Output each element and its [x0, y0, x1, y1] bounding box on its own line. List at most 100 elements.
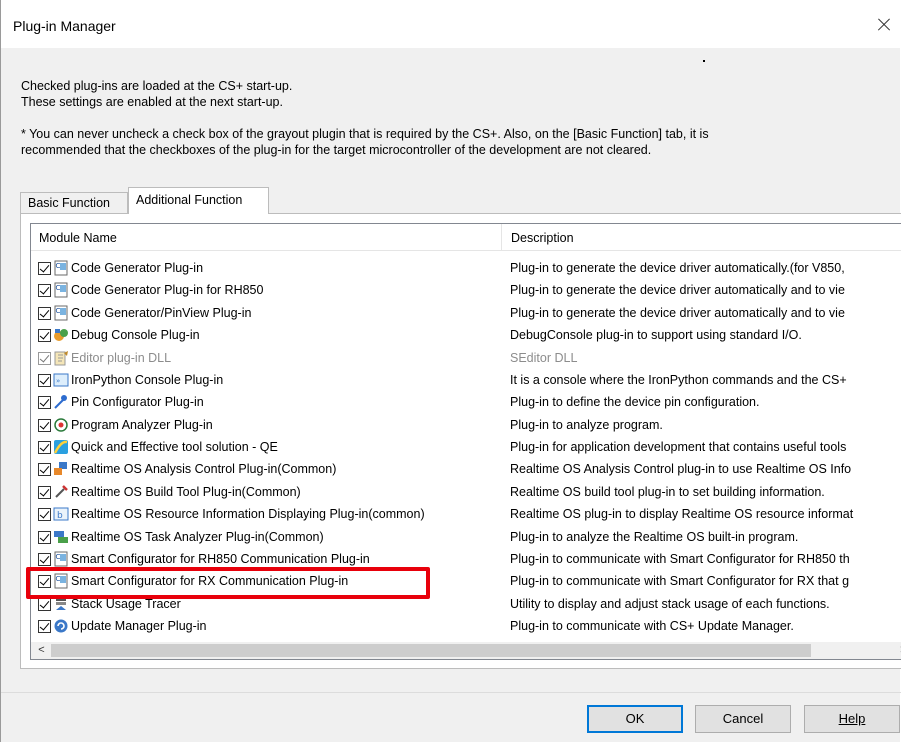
plugin-checkbox[interactable]: [38, 262, 51, 275]
plugin-row[interactable]: Realtime OS Build Tool Plug-in(Common) Re…: [31, 482, 901, 504]
plugin-row[interactable]: b Realtime OS Resource Information Displa…: [31, 504, 901, 526]
plugin-description: Plug-in to define the device pin configu…: [510, 395, 760, 409]
plugin-row[interactable]: » IronPython Console Plug-in It is a conso…: [31, 370, 901, 392]
stray-dot: [703, 60, 705, 62]
plugin-row[interactable]: Program Analyzer Plug-in Plug-in to analy…: [31, 415, 901, 437]
plugin-checkbox[interactable]: [38, 531, 51, 544]
plugin-description: Realtime OS Analysis Control plug-in to …: [510, 462, 852, 476]
qe-icon: [53, 439, 69, 455]
note-line-2: recommended that the checkboxes of the p…: [21, 143, 652, 157]
plugin-checkbox[interactable]: [38, 508, 51, 521]
c-file-icon: C: [53, 305, 69, 321]
cancel-button[interactable]: Cancel: [695, 705, 791, 733]
plugin-checkbox[interactable]: [38, 553, 51, 566]
plugin-name: Realtime OS Analysis Control Plug-in(Com…: [71, 462, 337, 476]
plugin-description: Plug-in for application development that…: [510, 440, 847, 454]
plugin-checkbox[interactable]: [38, 396, 51, 409]
tab-additional-function[interactable]: Additional Function: [128, 187, 269, 214]
plugin-description: Plug-in to communicate with Smart Config…: [510, 552, 850, 566]
svg-text:C: C: [56, 262, 61, 270]
title-bar: Plug-in Manager: [1, 0, 901, 48]
plugin-name: Pin Configurator Plug-in: [71, 395, 204, 409]
column-description[interactable]: Description: [511, 224, 574, 250]
help-mnemonic: Help: [838, 711, 866, 726]
plugin-name: Realtime OS Build Tool Plug-in(Common): [71, 485, 301, 499]
plugin-row[interactable]: Quick and Effective tool solution - QE Pl…: [31, 437, 901, 459]
plugin-description: Plug-in to generate the device driver au…: [510, 306, 845, 320]
plugin-description: DebugConsole plug-in to support using st…: [510, 328, 802, 342]
plugin-name: Smart Configurator for RH850 Communicati…: [71, 552, 370, 566]
task-analyzer-icon: [53, 529, 69, 545]
plugin-name: Code Generator Plug-in: [71, 261, 204, 275]
tab-panel: Module Name Description C Code Generator …: [20, 213, 901, 669]
plugin-checkbox[interactable]: [38, 307, 51, 320]
plugin-description: Plug-in to communicate with Smart Config…: [510, 574, 850, 588]
plugin-checkbox[interactable]: [38, 463, 51, 476]
plugin-description: Plug-in to generate the device driver au…: [510, 283, 845, 297]
footer-divider: [1, 692, 901, 693]
note-line-1: * You can never uncheck a check box of t…: [21, 127, 709, 141]
scroll-left-icon[interactable]: <: [33, 642, 50, 659]
plugin-name: Stack Usage Tracer: [71, 597, 181, 611]
plugin-row[interactable]: C Code Generator Plug-in Plug-in to genera…: [31, 258, 901, 280]
plugin-checkbox[interactable]: [38, 284, 51, 297]
list-header: Module Name Description: [31, 224, 901, 251]
update-icon: [53, 618, 69, 634]
plugin-row[interactable]: Pin Configurator Plug-in Plug-in to defin…: [31, 392, 901, 414]
plugin-description: Realtime OS build tool plug-in to set bu…: [510, 485, 825, 499]
plugin-description: Plug-in to communicate with CS+ Update M…: [510, 619, 794, 633]
horizontal-scrollbar[interactable]: < >: [31, 642, 901, 659]
pin-icon: [53, 394, 69, 410]
c-file-icon: C: [53, 551, 69, 567]
column-module-name[interactable]: Module Name: [39, 224, 117, 250]
rtos-analysis-icon: [53, 461, 69, 477]
help-button[interactable]: Help: [804, 705, 900, 733]
plugin-checkbox[interactable]: [38, 419, 51, 432]
console-icon: »: [53, 372, 69, 388]
plugin-checkbox: [38, 352, 51, 365]
ok-button[interactable]: OK: [587, 705, 683, 733]
plugin-checkbox[interactable]: [38, 486, 51, 499]
plugin-checkbox[interactable]: [38, 329, 51, 342]
plugin-checkbox[interactable]: [38, 598, 51, 611]
plugin-description: SEditor DLL: [510, 351, 578, 365]
close-icon[interactable]: [869, 10, 899, 40]
plugin-row[interactable]: Editor plug-in DLL SEditor DLL: [31, 348, 901, 370]
info-line-2: These settings are enabled at the next s…: [21, 95, 283, 109]
plugin-description: Plug-in to analyze program.: [510, 418, 663, 432]
info-line-1: Checked plug-ins are loaded at the CS+ s…: [21, 79, 293, 93]
plugin-checkbox[interactable]: [38, 441, 51, 454]
editor-icon: [53, 350, 69, 366]
plugin-row[interactable]: C Code Generator/PinView Plug-in Plug-in t…: [31, 303, 901, 325]
highlight-box: [26, 567, 430, 599]
build-tool-icon: [53, 484, 69, 500]
plugin-name: Code Generator/PinView Plug-in: [71, 306, 252, 320]
svg-text:C: C: [56, 307, 61, 315]
plugin-checkbox[interactable]: [38, 620, 51, 633]
plugin-name: IronPython Console Plug-in: [71, 373, 224, 387]
plugin-name: Update Manager Plug-in: [71, 619, 207, 633]
column-separator[interactable]: [501, 224, 502, 250]
plugin-row[interactable]: Realtime OS Task Analyzer Plug-in(Common…: [31, 527, 901, 549]
plugin-description: Realtime OS plug-in to display Realtime …: [510, 507, 854, 521]
plugin-name: Program Analyzer Plug-in: [71, 418, 213, 432]
svg-text:»: »: [56, 377, 60, 385]
svg-text:C: C: [56, 284, 61, 292]
plugin-row[interactable]: Debug Console Plug-in DebugConsole plug-i…: [31, 325, 901, 347]
plugin-checkbox[interactable]: [38, 374, 51, 387]
plugin-row[interactable]: Update Manager Plug-in Plug-in to communi…: [31, 616, 901, 638]
resource-icon: b: [53, 506, 69, 522]
plugin-name: Realtime OS Resource Information Display…: [71, 507, 425, 521]
c-file-icon: C: [53, 260, 69, 276]
plugin-description: Plug-in to generate the device driver au…: [510, 261, 845, 275]
c-file-icon: C: [53, 282, 69, 298]
svg-text:b: b: [57, 511, 63, 521]
plugin-name: Debug Console Plug-in: [71, 328, 200, 342]
tab-basic-function[interactable]: Basic Function: [20, 192, 128, 213]
plugin-description: Plug-in to analyze the Realtime OS built…: [510, 530, 799, 544]
scroll-thumb[interactable]: [51, 644, 811, 657]
scroll-right-icon[interactable]: >: [895, 642, 901, 659]
plugin-description: Utility to display and adjust stack usag…: [510, 597, 830, 611]
plugin-row[interactable]: C Code Generator Plug-in for RH850 Plug-in…: [31, 280, 901, 302]
plugin-row[interactable]: Realtime OS Analysis Control Plug-in(Com…: [31, 459, 901, 481]
